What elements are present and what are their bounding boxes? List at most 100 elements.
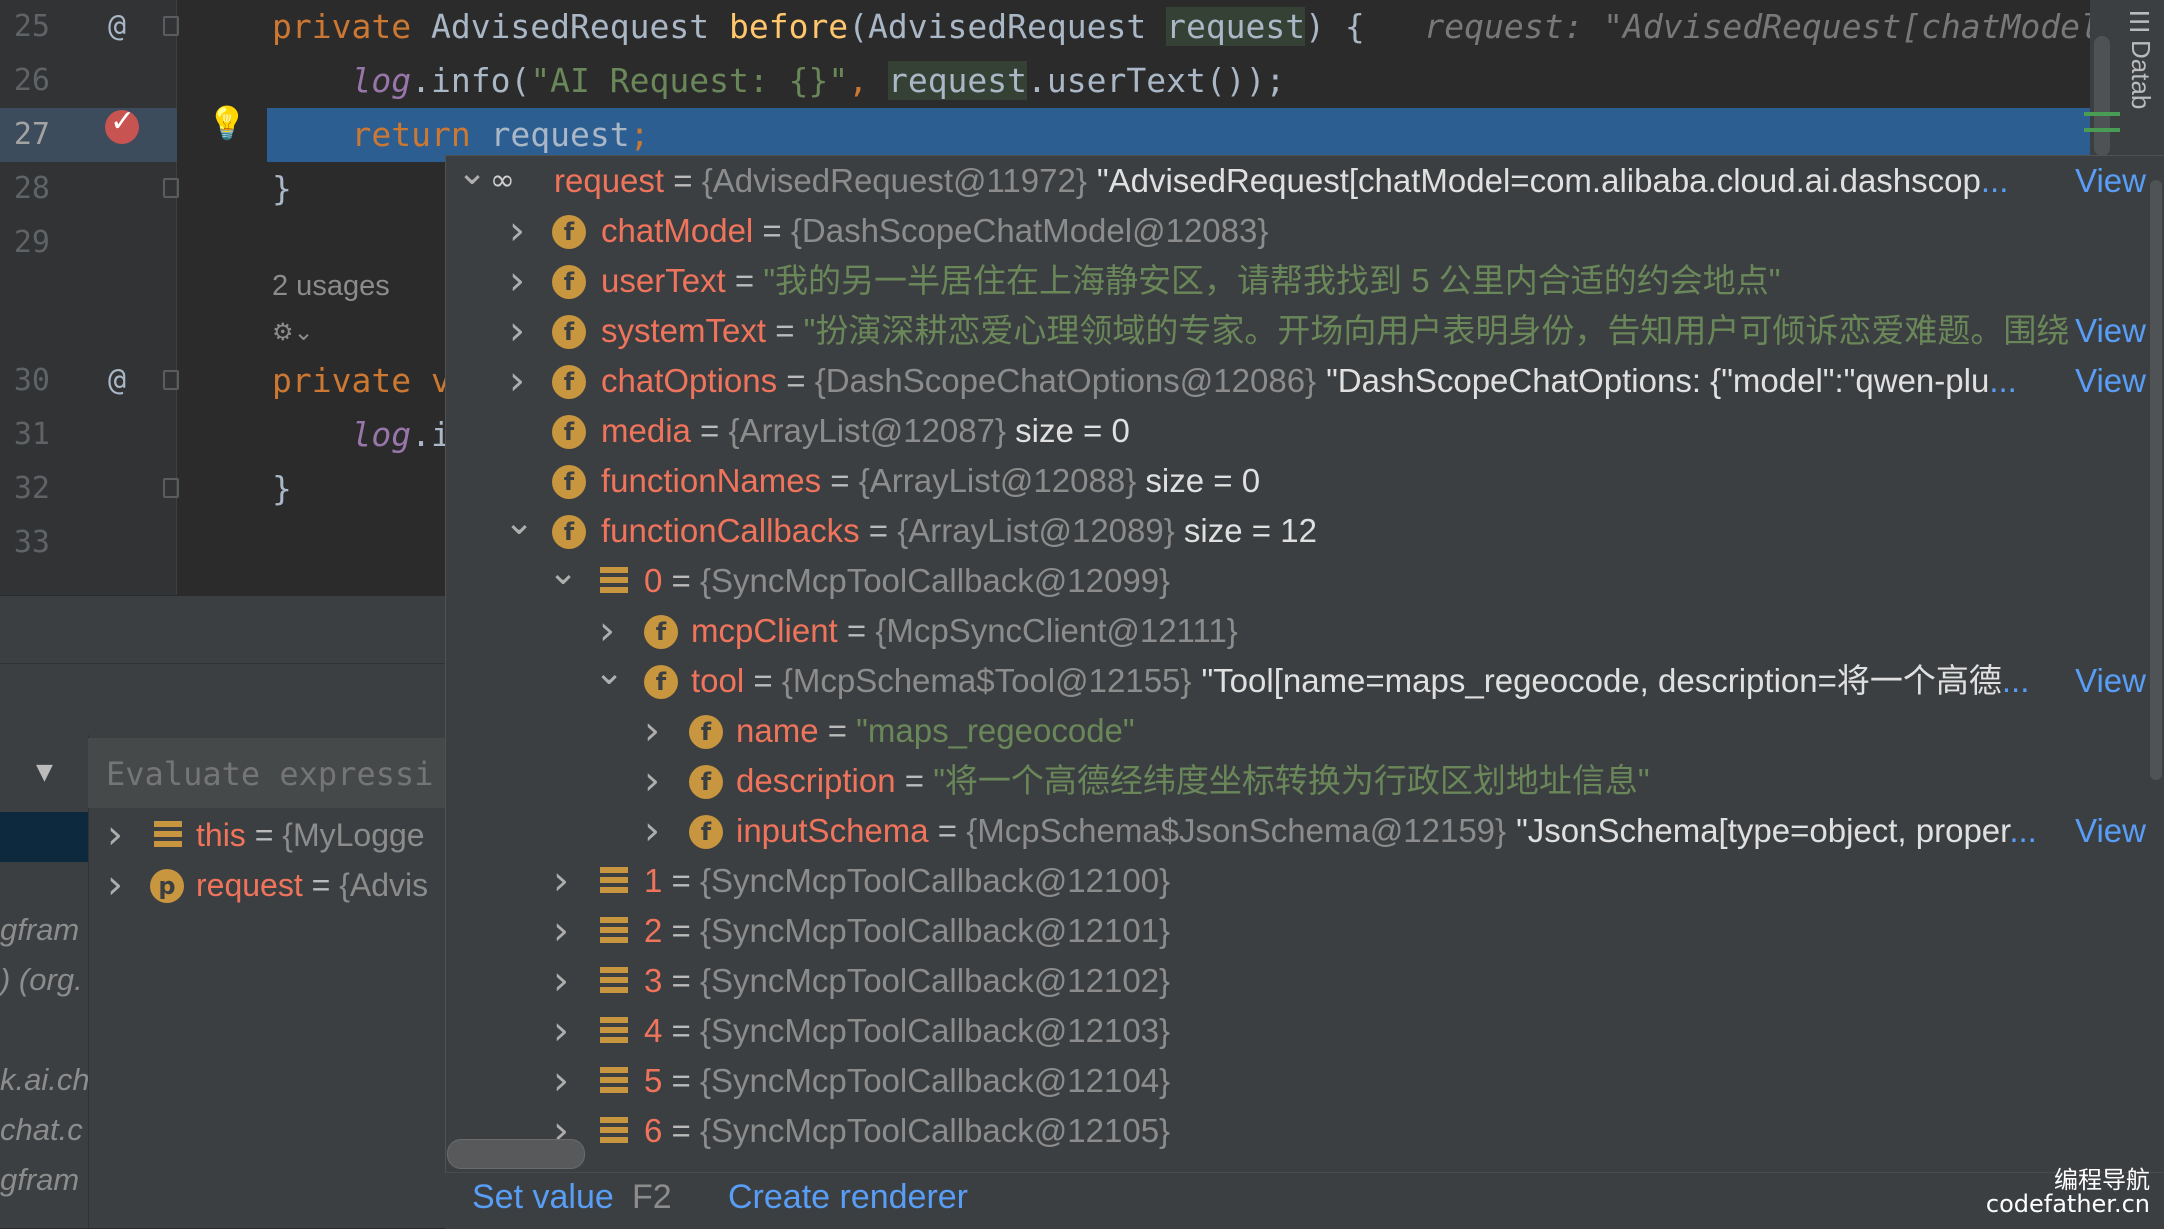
override-icon[interactable]: @: [108, 354, 126, 408]
tree-row[interactable]: › f chatModel = {DashScopeChatModel@12083}: [446, 206, 2146, 256]
stack-frame[interactable]: k.ai.ch: [0, 1062, 88, 1098]
expand-arrow-icon[interactable]: ›: [639, 806, 665, 856]
tree-row[interactable]: ⌄ 0 = {SyncMcpToolCallback@12099}: [446, 556, 2146, 606]
code-text[interactable]: }: [272, 462, 292, 516]
expand-arrow-icon[interactable]: ›: [504, 256, 530, 306]
truncation-ellipsis: ...: [1989, 362, 2017, 399]
field-name: tool: [691, 662, 745, 699]
tree-row-text: mcpClient = {McpSyncClient@12111}: [691, 606, 1238, 656]
debug-variable-row[interactable]: › p request = {Advis: [88, 860, 468, 910]
view-link[interactable]: View: [2071, 806, 2146, 856]
view-link[interactable]: View: [2071, 356, 2146, 406]
thread-dropdown-icon[interactable]: ▼: [36, 760, 53, 785]
field-ref: {AdvisedRequest@11972}: [701, 162, 1087, 199]
stack-frame[interactable]: gfram: [0, 1162, 88, 1198]
tree-row-text: 1 = {SyncMcpToolCallback@12100}: [644, 856, 1170, 906]
tree-row[interactable]: f media = {ArrayList@12087} size = 0: [446, 406, 2146, 456]
evaluate-expression-input[interactable]: [106, 750, 460, 798]
tree-row[interactable]: f functionNames = {ArrayList@12088} size …: [446, 456, 2146, 506]
variable-ref: {MyLogge: [282, 817, 425, 853]
vertical-scrollbar[interactable]: [2150, 180, 2162, 780]
tree-row[interactable]: › f systemText = "扮演深耕恋爱心理领域的专家。开场向用户表明身份，…: [446, 306, 2146, 356]
expand-arrow-icon[interactable]: ›: [504, 356, 530, 406]
expand-arrow-icon[interactable]: ›: [102, 860, 128, 910]
tree-row[interactable]: › 1 = {SyncMcpToolCallback@12100}: [446, 856, 2146, 906]
code-text[interactable]: log.info("AI Request: {}", request.userT…: [272, 54, 1285, 108]
expand-arrow-icon[interactable]: ›: [548, 1056, 574, 1106]
code-text[interactable]: }: [272, 162, 292, 216]
set-value-link[interactable]: Set value: [472, 1178, 614, 1217]
field-ref: {SyncMcpToolCallback@12102}: [699, 962, 1171, 999]
expand-arrow-icon[interactable]: ›: [548, 956, 574, 1006]
collapse-arrow-icon[interactable]: ⌄: [457, 156, 487, 198]
fold-icon[interactable]: [163, 478, 179, 498]
tree-row[interactable]: › f name = "maps_regeocode": [446, 706, 2146, 756]
debug-toolbar: [0, 595, 460, 664]
change-marker: [2084, 112, 2120, 160]
code-text[interactable]: return request;: [272, 108, 649, 162]
expand-arrow-icon[interactable]: ›: [548, 856, 574, 906]
variable-inspector-popup[interactable]: ⌄ ∞ request = {AdvisedRequest@11972} "Advis…: [445, 155, 2164, 1229]
tree-row[interactable]: › 5 = {SyncMcpToolCallback@12104}: [446, 1056, 2146, 1106]
tree-row[interactable]: › f description = "将一个高德经纬度坐标转换为行政区划地址信息": [446, 756, 2146, 806]
array-element-icon: [600, 1017, 628, 1043]
horizontal-scrollbar[interactable]: [447, 1139, 585, 1169]
code-text[interactable]: log.i: [272, 408, 450, 462]
collapse-arrow-icon[interactable]: ⌄: [548, 556, 578, 598]
tree-row[interactable]: › 2 = {SyncMcpToolCallback@12101}: [446, 906, 2146, 956]
override-icon[interactable]: @: [108, 0, 126, 54]
equals-sign: =: [662, 1112, 700, 1149]
line-number: 31: [13, 417, 50, 452]
expand-arrow-icon[interactable]: ›: [594, 606, 620, 656]
variable-name: this: [196, 817, 246, 853]
code-text[interactable]: private AdvisedRequest before(AdvisedReq…: [272, 0, 2120, 54]
tree-row[interactable]: › f inputSchema = {McpSchema$JsonSchema@12…: [446, 806, 2146, 856]
code-line[interactable]: 26 log.info("AI Request: {}", request.us…: [0, 54, 2100, 108]
tree-row[interactable]: › f userText = "我的另一半居住在上海静安区，请帮我找到 5 公里内合…: [446, 256, 2146, 306]
tree-row[interactable]: ⌄ f functionCallbacks = {ArrayList@12089} …: [446, 506, 2146, 556]
line-number: 25: [13, 9, 50, 44]
selected-frame[interactable]: [0, 812, 88, 862]
collapse-arrow-icon[interactable]: ⌄: [504, 506, 534, 548]
tree-row[interactable]: ⌄ f tool = {McpSchema$Tool@12155} "Tool[nam…: [446, 656, 2146, 706]
fold-icon[interactable]: [163, 16, 179, 36]
code-line[interactable]: 27 return request;: [0, 108, 2100, 162]
view-link[interactable]: View: [2071, 156, 2146, 206]
create-renderer-link[interactable]: Create renderer: [728, 1178, 968, 1217]
expand-arrow-icon[interactable]: ›: [504, 306, 530, 356]
view-link[interactable]: View: [2071, 656, 2146, 706]
tree-row[interactable]: › 4 = {SyncMcpToolCallback@12103}: [446, 1006, 2146, 1056]
equals-sign: =: [753, 212, 791, 249]
field-icon: f: [552, 515, 586, 549]
gear-icon[interactable]: ⚙⌄: [272, 318, 314, 346]
code-line[interactable]: 25 @ private AdvisedRequest before(Advised…: [0, 0, 2120, 54]
view-link[interactable]: View: [2071, 306, 2146, 356]
tree-row[interactable]: › f chatOptions = {DashScopeChatOptions@12…: [446, 356, 2146, 406]
expand-arrow-icon[interactable]: ›: [639, 706, 665, 756]
usages-hint[interactable]: 2 usages: [272, 270, 390, 320]
tree-row[interactable]: › 6 = {SyncMcpToolCallback@12105}: [446, 1106, 2146, 1156]
expand-arrow-icon[interactable]: ›: [548, 906, 574, 956]
equals-sign: =: [821, 462, 859, 499]
variable-tree[interactable]: ⌄ ∞ request = {AdvisedRequest@11972} "Advis…: [446, 156, 2164, 1166]
fold-icon[interactable]: [163, 370, 179, 390]
expand-arrow-icon[interactable]: ›: [504, 206, 530, 256]
tree-row[interactable]: › 3 = {SyncMcpToolCallback@12102}: [446, 956, 2146, 1006]
code-text[interactable]: private v: [272, 354, 451, 408]
field-icon: f: [644, 665, 678, 699]
fold-icon[interactable]: [163, 178, 179, 198]
stack-frame[interactable]: chat.c: [0, 1112, 88, 1148]
database-icon[interactable]: ☰: [2128, 8, 2151, 38]
expand-arrow-icon[interactable]: ›: [639, 756, 665, 806]
collapse-arrow-icon[interactable]: ⌄: [594, 656, 624, 698]
debug-variable-row[interactable]: › this = {MyLogge: [88, 810, 468, 860]
lightbulb-icon[interactable]: 💡: [207, 104, 247, 142]
tree-row[interactable]: › f mcpClient = {McpSyncClient@12111}: [446, 606, 2146, 656]
expand-arrow-icon[interactable]: ›: [548, 1006, 574, 1056]
stack-frame[interactable]: ) (org.: [0, 962, 88, 998]
tree-row[interactable]: ⌄ ∞ request = {AdvisedRequest@11972} "Advis…: [446, 156, 2146, 206]
expand-arrow-icon[interactable]: ›: [102, 810, 128, 860]
stack-frame[interactable]: gfram: [0, 912, 88, 948]
database-tool-tab[interactable]: Datab: [2125, 40, 2156, 109]
